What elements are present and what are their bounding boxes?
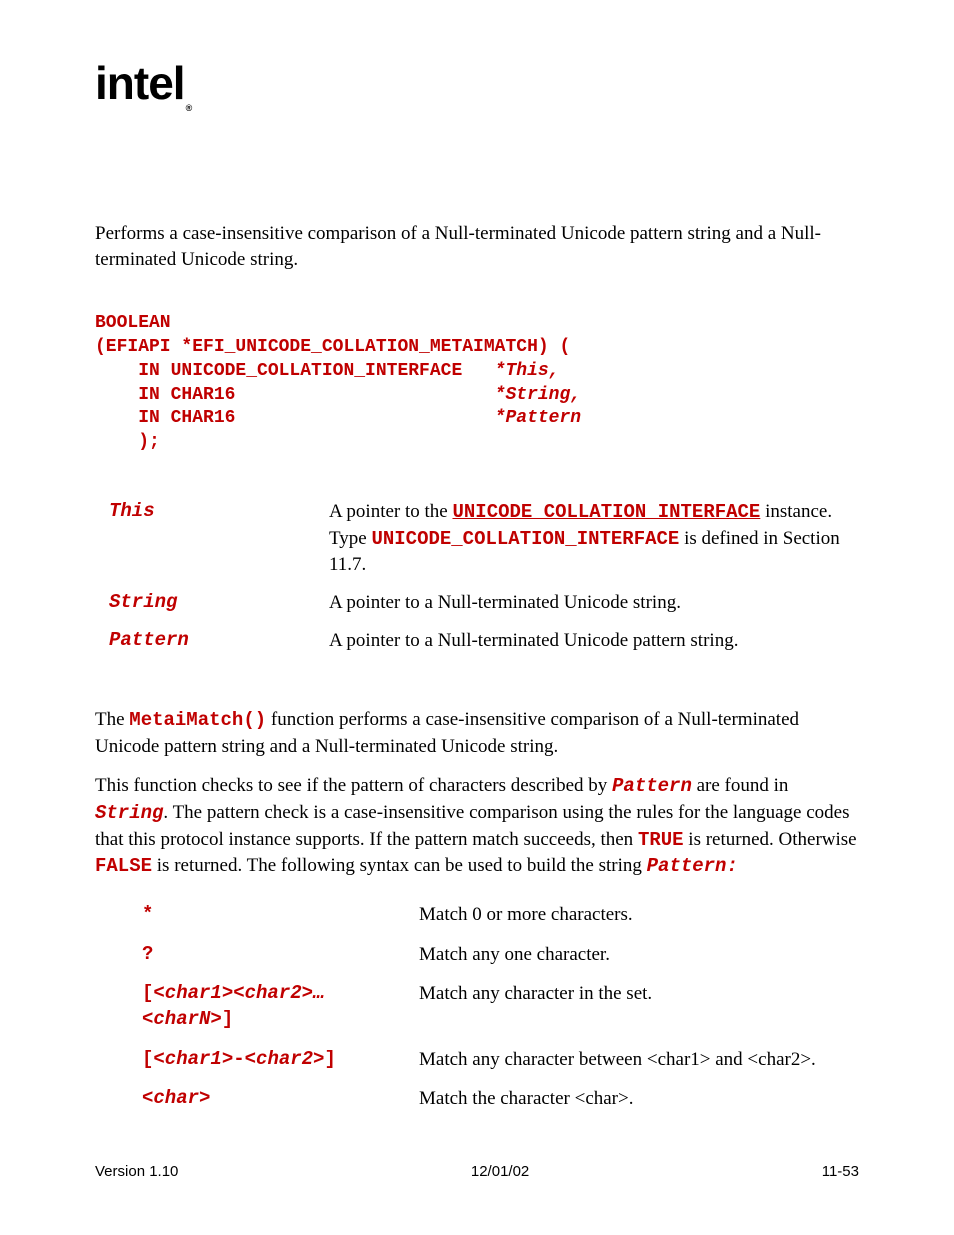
code-line: IN CHAR16 bbox=[95, 408, 495, 428]
syntax-desc: Match any one character. bbox=[419, 936, 816, 974]
summary-text: Performs a case-insensitive comparison o… bbox=[95, 221, 859, 272]
syntax-symbol: * bbox=[97, 896, 417, 934]
code-arg: *String, bbox=[495, 385, 581, 405]
syntax-row: * Match 0 or more characters. bbox=[97, 896, 816, 934]
footer-date: 12/01/02 bbox=[471, 1163, 529, 1180]
code-line: ); bbox=[95, 432, 160, 452]
syntax-symbol: [<char1><char2>…<charN>] bbox=[97, 975, 417, 1038]
code-arg: *This, bbox=[495, 361, 560, 381]
page-footer: Version 1.10 12/01/02 11-53 bbox=[95, 1163, 859, 1180]
code-arg: *Pattern bbox=[495, 408, 581, 428]
prototype-code: BOOLEAN (EFIAPI *EFI_UNICODE_COLLATION_M… bbox=[95, 312, 859, 455]
description-section: The MetaiMatch() function performs a cas… bbox=[95, 707, 859, 1120]
footer-page: 11-53 bbox=[822, 1163, 859, 1180]
footer-version: Version 1.10 bbox=[95, 1163, 178, 1180]
function-name: MetaiMatch() bbox=[129, 709, 266, 731]
param-name: String bbox=[97, 590, 327, 626]
syntax-table: * Match 0 or more characters. ? Match an… bbox=[95, 894, 818, 1120]
code-line: IN UNICODE_COLLATION_INTERFACE bbox=[95, 361, 495, 381]
syntax-desc: Match any character between <char1> and … bbox=[419, 1041, 816, 1079]
param-desc: A pointer to the UNICODE_COLLATION_INTER… bbox=[329, 499, 857, 588]
description-paragraph: The MetaiMatch() function performs a cas… bbox=[95, 707, 859, 759]
type-link[interactable]: UNICODE_COLLATION_INTERFACE bbox=[452, 501, 760, 523]
syntax-row: ? Match any one character. bbox=[97, 936, 816, 974]
param-ref: Pattern bbox=[647, 855, 727, 877]
syntax-symbol: [<char1>-<char2>] bbox=[97, 1041, 417, 1079]
const-false: FALSE bbox=[95, 855, 152, 877]
param-name: This bbox=[97, 499, 327, 588]
syntax-row: [<char1><char2>…<charN>] Match any chara… bbox=[97, 975, 816, 1038]
syntax-row: [<char1>-<char2>] Match any character be… bbox=[97, 1041, 816, 1079]
syntax-symbol: <char> bbox=[97, 1080, 417, 1118]
param-row: Pattern A pointer to a Null-terminated U… bbox=[97, 628, 857, 664]
code-line: IN CHAR16 bbox=[95, 385, 495, 405]
code-line: BOOLEAN bbox=[95, 313, 171, 333]
param-row: String A pointer to a Null-terminated Un… bbox=[97, 590, 857, 626]
syntax-symbol: ? bbox=[97, 936, 417, 974]
type-name: UNICODE_COLLATION_INTERFACE bbox=[371, 528, 679, 550]
param-desc: A pointer to a Null-terminated Unicode p… bbox=[329, 628, 857, 664]
param-desc: A pointer to a Null-terminated Unicode s… bbox=[329, 590, 857, 626]
code-line: (EFIAPI *EFI_UNICODE_COLLATION_METAIMATC… bbox=[95, 337, 570, 357]
description-paragraph: This function checks to see if the patte… bbox=[95, 773, 859, 880]
syntax-desc: Match 0 or more characters. bbox=[419, 896, 816, 934]
intel-logo: inte↓l® bbox=[95, 60, 859, 111]
param-name: Pattern bbox=[97, 628, 327, 664]
page-content: Performs a case-insensitive comparison o… bbox=[95, 221, 859, 1120]
syntax-desc: Match any character in the set. bbox=[419, 975, 816, 1038]
param-row: This A pointer to the UNICODE_COLLATION_… bbox=[97, 499, 857, 588]
param-ref: Pattern bbox=[612, 775, 692, 797]
param-ref: String bbox=[95, 802, 163, 824]
syntax-desc: Match the character <char>. bbox=[419, 1080, 816, 1118]
syntax-row: <char> Match the character <char>. bbox=[97, 1080, 816, 1118]
parameters-table: This A pointer to the UNICODE_COLLATION_… bbox=[95, 497, 859, 665]
const-true: TRUE bbox=[638, 829, 684, 851]
